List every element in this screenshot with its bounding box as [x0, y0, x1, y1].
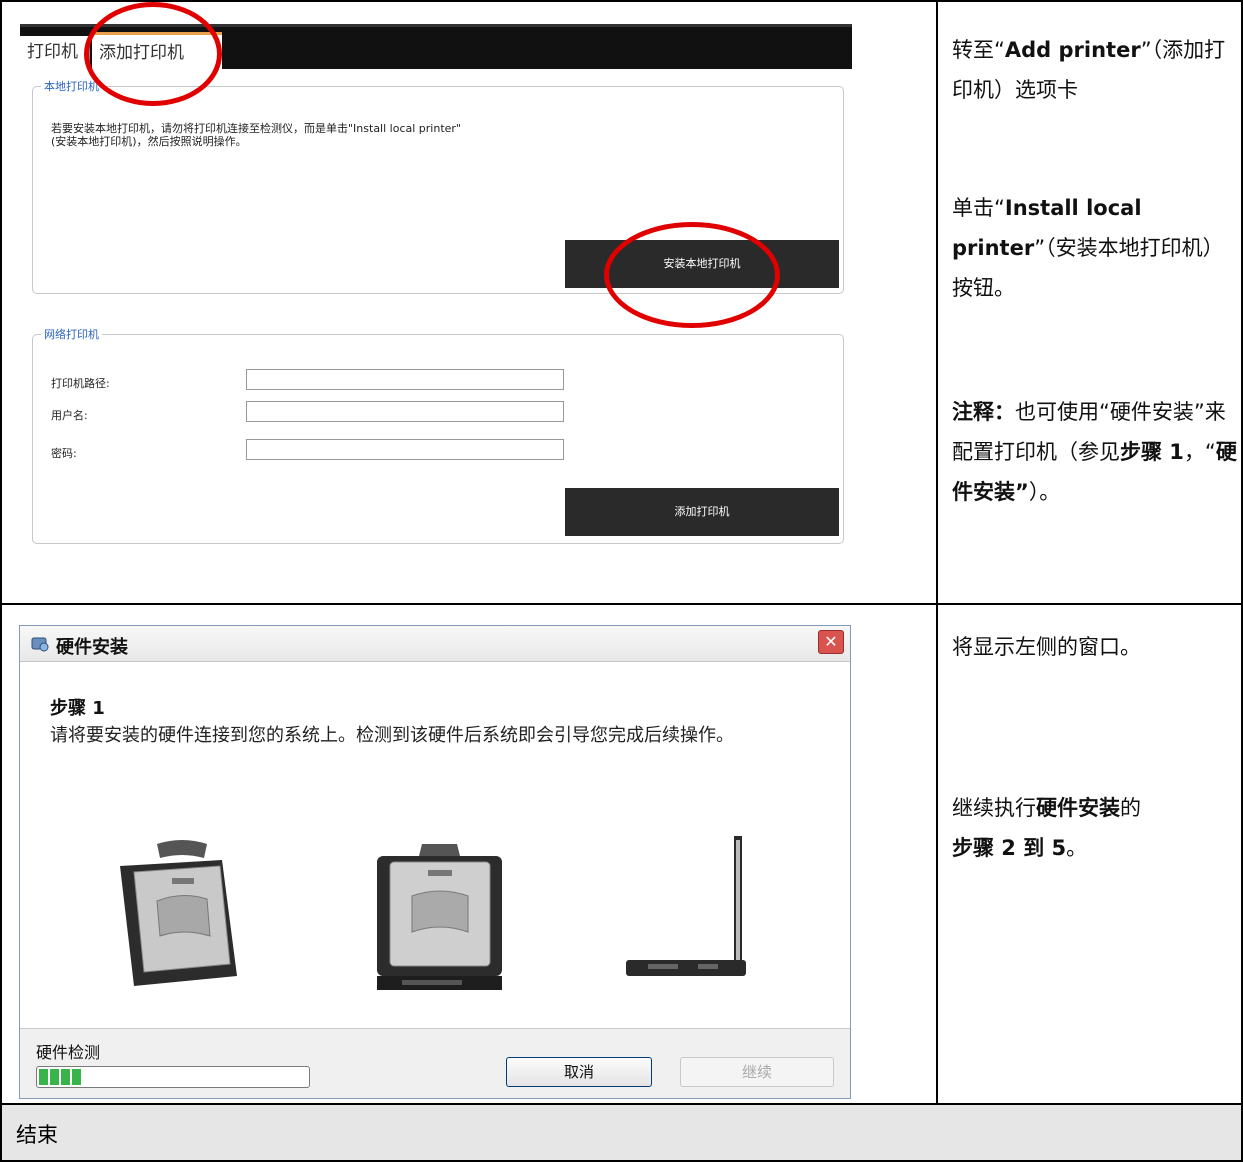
network-printer-legend: 网络打印机 [41, 326, 102, 342]
instructions-cell-1: 转至“Add printer”（添加打印机）选项卡 单击“Install loc… [936, 0, 1243, 605]
install-local-printer-button[interactable]: 安装本地打印机 [565, 240, 839, 288]
instruction-note: 注释：也可使用“硬件安装”来配置打印机（参见步骤 1，“硬件安装”）。 [952, 392, 1237, 512]
printer-screenshot-cell: 打印机 添加打印机 本地打印机 若要安装本地打印机，请勿将打印机连接至检测仪，而… [0, 0, 938, 605]
instruction-text: ，“ [1183, 440, 1216, 464]
continue-button[interactable]: 继续 [680, 1057, 834, 1087]
tab-add-printer[interactable]: 添加打印机 [92, 32, 222, 69]
step-description: 请将要安装的硬件连接到您的系统上。检测到该硬件后系统即会引导您完成后续操作。 [50, 725, 734, 746]
add-printer-button[interactable]: 添加打印机 [565, 488, 839, 536]
step-title: 步骤 1 [50, 698, 105, 719]
end-row: 结束 [0, 1103, 1243, 1162]
instructions-cell-2: 将显示左侧的窗口。 继续执行硬件安装的 步骤 2 到 5。 [936, 603, 1243, 1105]
instruction-bold: 硬件安装 [1036, 796, 1120, 820]
progress-segment [61, 1069, 70, 1085]
printer-page-screenshot: 打印机 添加打印机 本地打印机 若要安装本地打印机，请勿将打印机连接至检测仪，而… [20, 2, 852, 552]
instruction-continue-steps: 继续执行硬件安装的 步骤 2 到 5。 [952, 788, 1237, 868]
instruction-bold: Add printer [1004, 38, 1141, 62]
dialog-title: 硬件安装 [56, 637, 128, 658]
progress-segment [50, 1069, 59, 1085]
progress-segment [39, 1069, 48, 1085]
tab-printer[interactable]: 打印机 [20, 36, 90, 69]
instruction-table: 打印机 添加打印机 本地打印机 若要安装本地打印机，请勿将打印机连接至检测仪，而… [0, 0, 1243, 1162]
instruction-click-install: 单击“Install local printer”（安装本地打印机）按钮。 [952, 188, 1237, 308]
dialog-titlebar: 硬件安装 ✕ [20, 626, 850, 662]
progress-fill [39, 1069, 81, 1085]
local-printer-legend: 本地打印机 [41, 78, 102, 94]
hardware-screenshot-cell: 硬件安装 ✕ 步骤 1 请将要安装的硬件连接到您的系统上。检测到该硬件后系统即会… [0, 603, 938, 1105]
laptop-open-side-image [626, 836, 746, 976]
password-input[interactable] [246, 439, 564, 460]
close-icon[interactable]: ✕ [818, 630, 844, 654]
username-input[interactable] [246, 401, 564, 422]
tab-bar-top-line [20, 24, 852, 27]
instruction-bold: 步骤 2 到 5 [952, 836, 1067, 860]
end-text: 结束 [16, 1123, 58, 1147]
instruction-text: 单击“ [952, 196, 1005, 220]
local-printer-group: 本地打印机 若要安装本地打印机，请勿将打印机连接至检测仪，而是单击"Instal… [32, 78, 844, 294]
instruction-bold: 步骤 1 [1120, 440, 1184, 464]
printer-path-label: 打印机路径: [51, 377, 110, 390]
tab-bar: 打印机 添加打印机 [20, 24, 852, 69]
printer-path-input[interactable] [246, 369, 564, 390]
instruction-goto-tab: 转至“Add printer”（添加打印机）选项卡 [952, 30, 1237, 110]
password-label: 密码: [51, 447, 77, 460]
laptop-closed-angle-image [120, 840, 237, 986]
instruction-text: 的 [1120, 796, 1141, 820]
instruction-text: 。 [1066, 836, 1088, 860]
note-label: 注释： [952, 400, 1015, 424]
network-printer-group: 网络打印机 打印机路径: 用户名: 密码: 添加打印机 [32, 326, 844, 544]
instruction-text: 继续执行 [952, 796, 1036, 820]
progress-segment [72, 1069, 81, 1085]
dialog-footer: 硬件检测 取消 继续 [20, 1028, 850, 1098]
username-label: 用户名: [51, 409, 88, 422]
hardware-detect-label: 硬件检测 [36, 1043, 101, 1062]
detect-progress-bar [36, 1066, 310, 1088]
hardware-install-dialog: 硬件安装 ✕ 步骤 1 请将要安装的硬件连接到您的系统上。检测到该硬件后系统即会… [19, 625, 851, 1099]
instruction-text: ）。 [1028, 480, 1061, 504]
laptop-closed-front-image [377, 844, 502, 990]
instruction-text: 转至“ [952, 38, 1005, 62]
instruction-window-shown: 将显示左侧的窗口。 [952, 635, 1141, 659]
hardware-wizard-icon [31, 637, 49, 652]
cancel-button[interactable]: 取消 [506, 1057, 652, 1087]
local-printer-description: 若要安装本地打印机，请勿将打印机连接至检测仪，而是单击"Install loca… [51, 122, 461, 148]
